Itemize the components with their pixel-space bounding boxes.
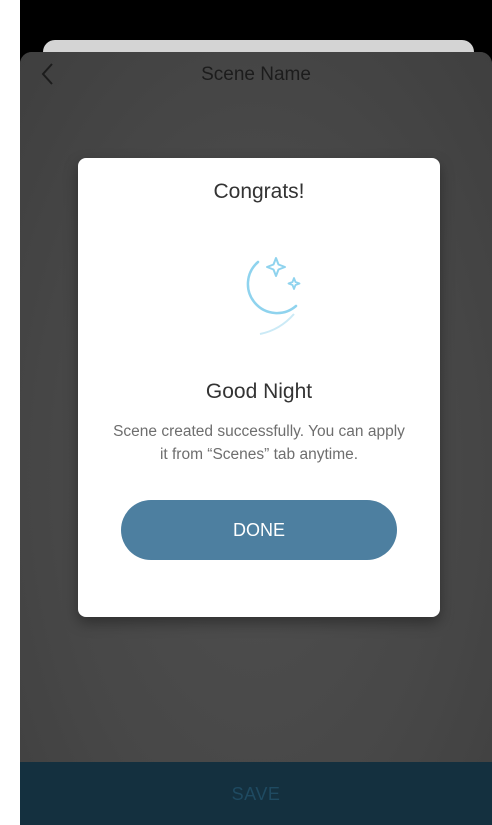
app-screen: Scene Name SAVE Congrats! Good Night Sce… (20, 0, 492, 825)
done-button[interactable]: DONE (121, 500, 397, 560)
nav-bar: Scene Name (20, 52, 492, 100)
congrats-dialog: Congrats! Good Night Scene created succe… (78, 158, 440, 617)
save-bar: SAVE (20, 762, 492, 825)
scene-name: Good Night (205, 380, 313, 403)
dialog-title: Congrats! (213, 180, 305, 203)
save-button[interactable]: SAVE (20, 784, 492, 805)
success-message: Scene created successfully. You can appl… (113, 423, 405, 463)
moon-stars-icon (218, 248, 308, 338)
page-title: Scene Name (201, 64, 311, 85)
